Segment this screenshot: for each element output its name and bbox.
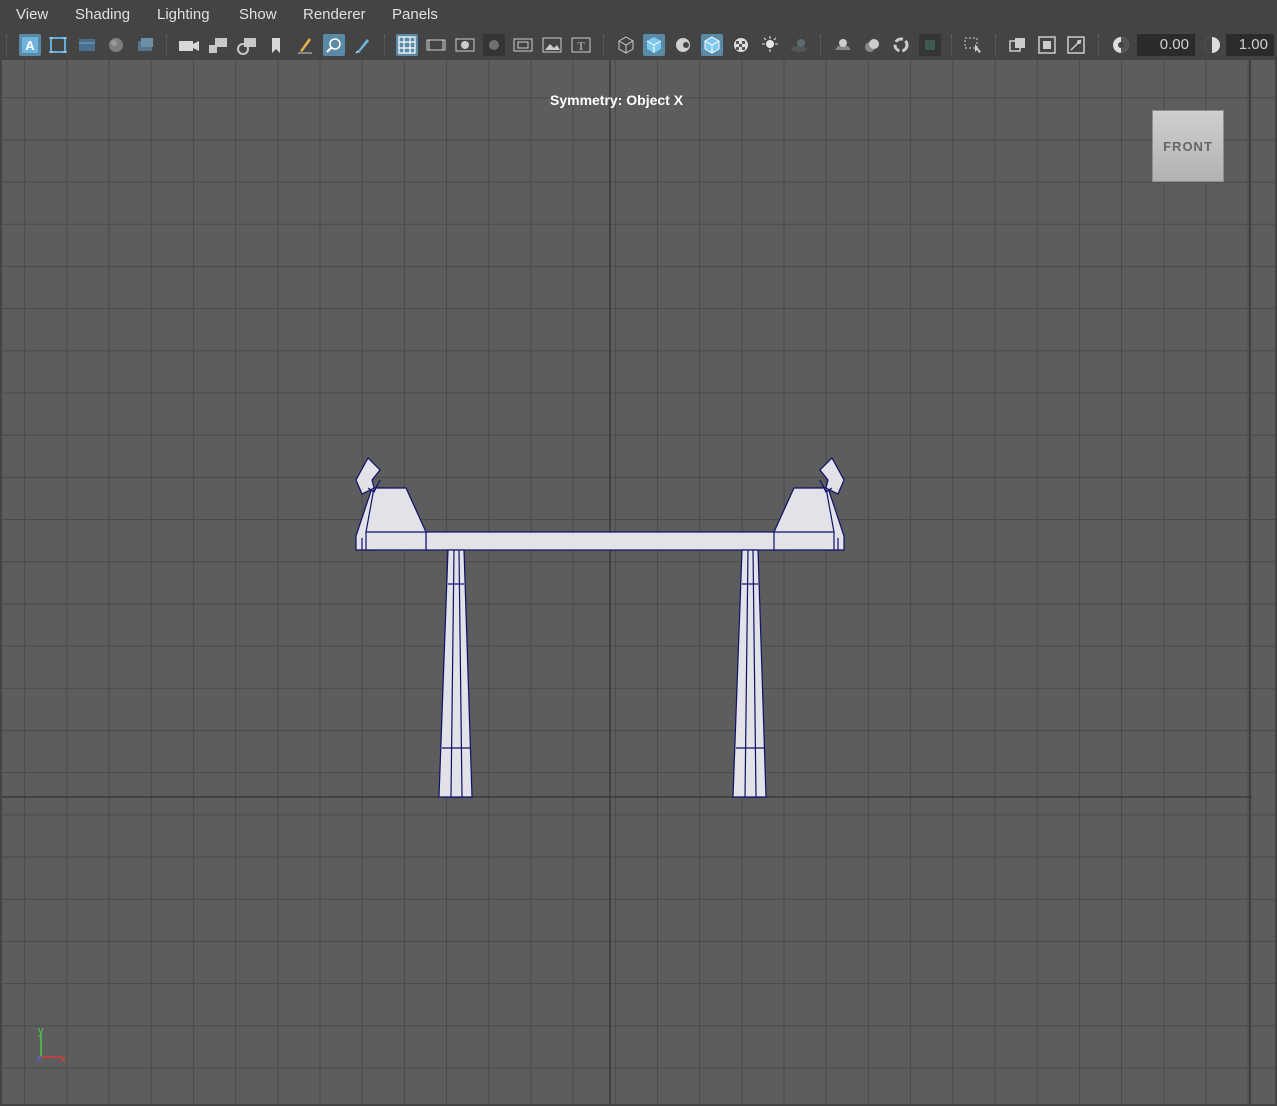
paint-icon[interactable] <box>352 34 374 56</box>
depth-of-field-icon[interactable] <box>919 34 941 56</box>
svg-text:A: A <box>25 38 35 53</box>
right-cap-block[interactable] <box>773 487 835 551</box>
safe-action-icon[interactable] <box>541 34 563 56</box>
isolate-icon[interactable] <box>963 34 985 56</box>
image-plane-icon[interactable] <box>105 34 127 56</box>
safe-title-icon[interactable]: T <box>570 34 592 56</box>
axis-orientation-widget: y x z <box>32 1025 72 1070</box>
menu-shading[interactable]: Shading <box>75 6 130 23</box>
grid-icon[interactable] <box>396 34 418 56</box>
xray-icon[interactable] <box>1007 34 1029 56</box>
motion-blur-icon[interactable] <box>861 34 883 56</box>
resolution-gate-icon[interactable] <box>454 34 476 56</box>
axis-x-label: x <box>60 1053 66 1065</box>
axis-y-label: y <box>38 1025 44 1037</box>
gate-mesh[interactable] <box>355 457 845 798</box>
isolate-select-icon[interactable] <box>323 34 345 56</box>
exposure-field[interactable]: 0.00 <box>1137 34 1195 56</box>
camera-icon[interactable] <box>178 34 200 56</box>
select-camera-icon[interactable]: A <box>19 34 41 56</box>
smooth-shade-icon[interactable] <box>643 34 665 56</box>
view-cube-label: FRONT <box>1163 138 1213 154</box>
screen-space-ao-icon[interactable] <box>832 34 854 56</box>
right-pillar[interactable] <box>732 549 767 798</box>
use-default-material-icon[interactable] <box>672 34 694 56</box>
field-chart-icon[interactable] <box>512 34 534 56</box>
camera-settings-icon[interactable] <box>236 34 258 56</box>
camera-attributes-icon[interactable] <box>47 34 69 56</box>
gamma-icon[interactable] <box>1201 34 1223 56</box>
camera-sequence-icon[interactable] <box>134 34 156 56</box>
lock-camera-icon[interactable] <box>207 34 229 56</box>
menu-show[interactable]: Show <box>239 6 277 23</box>
xray-joints-icon[interactable] <box>1065 34 1087 56</box>
wireframe-on-shaded-icon[interactable] <box>701 34 723 56</box>
film-gate-icon[interactable] <box>425 34 447 56</box>
left-cap-block[interactable] <box>365 487 427 551</box>
symmetry-label: Symmetry: Object X <box>550 92 684 108</box>
use-all-lights-icon[interactable] <box>759 34 781 56</box>
grease-pencil-icon[interactable] <box>294 34 316 56</box>
textured-icon[interactable] <box>730 34 752 56</box>
gamma-field[interactable]: 1.00 <box>1226 34 1274 56</box>
bookmarks-icon[interactable] <box>76 34 98 56</box>
viewport-toolbar: A T 0.00 1.00 <box>0 30 1277 60</box>
multisample-aa-icon[interactable] <box>890 34 912 56</box>
wireframe-icon[interactable] <box>615 34 637 56</box>
menu-lighting[interactable]: Lighting <box>157 6 210 23</box>
menu-renderer[interactable]: Renderer <box>303 6 366 23</box>
view-cube[interactable]: FRONT <box>1152 110 1224 182</box>
left-pillar[interactable] <box>438 549 473 798</box>
viewport-scene <box>2 60 1252 1104</box>
shadows-icon[interactable] <box>788 34 810 56</box>
axis-z-label: z <box>37 1053 42 1063</box>
menu-view[interactable]: View <box>16 6 48 23</box>
bookmark-icon[interactable] <box>265 34 287 56</box>
crossbeam[interactable] <box>425 531 777 551</box>
xray-active-components-icon[interactable] <box>1036 34 1058 56</box>
3d-viewport[interactable]: Symmetry: Object X FRONT y x z <box>2 60 1275 1104</box>
exposure-icon[interactable] <box>1110 34 1132 56</box>
svg-text:T: T <box>577 39 585 53</box>
gate-mask-icon[interactable] <box>483 34 505 56</box>
menu-bar: View Shading Lighting Show Renderer Pane… <box>0 0 1277 30</box>
menu-panels[interactable]: Panels <box>392 6 438 23</box>
